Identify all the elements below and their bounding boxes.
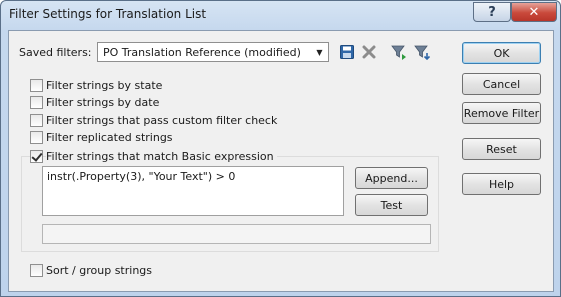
filter-basic-expression-label[interactable]: Filter strings that match Basic expressi… [46, 150, 277, 163]
remove-filter-button-label: Remove Filter [463, 106, 540, 120]
help-title-button[interactable]: ? [473, 2, 511, 22]
filter-apply-icon[interactable] [390, 43, 408, 61]
filter-import-icon[interactable] [413, 43, 431, 61]
ok-button-label: OK [493, 46, 510, 60]
reset-button-label: Reset [486, 142, 517, 156]
expression-text: instr(.Property(3), "Your Text") > 0 [47, 170, 236, 183]
dialog-window: Filter Settings for Translation List ? ✕… [0, 0, 561, 297]
window-title: Filter Settings for Translation List [9, 7, 207, 21]
sort-group-label[interactable]: Sort / group strings [46, 264, 152, 277]
filter-by-state-label[interactable]: Filter strings by state [46, 79, 162, 92]
filter-replicated-label[interactable]: Filter replicated strings [46, 131, 173, 144]
filter-custom-check-checkbox[interactable] [30, 114, 43, 127]
filter-replicated-checkbox[interactable] [30, 131, 43, 144]
save-icon[interactable] [338, 43, 356, 61]
sort-group-checkbox[interactable] [30, 264, 43, 277]
saved-filters-dropdown[interactable]: PO Translation Reference (modified) ▼ [97, 42, 329, 62]
test-button-label: Test [380, 198, 403, 212]
chevron-down-icon: ▼ [316, 47, 323, 57]
cancel-button[interactable]: Cancel [462, 73, 541, 95]
append-button-label: Append... [365, 171, 418, 185]
remove-filter-button[interactable]: Remove Filter [462, 102, 541, 124]
filter-by-date-checkbox[interactable] [30, 96, 43, 109]
filter-by-date-label[interactable]: Filter strings by date [46, 96, 159, 109]
question-mark-icon: ? [488, 4, 496, 20]
dialog-client-area: Saved filters: PO Translation Reference … [8, 30, 554, 292]
reset-button[interactable]: Reset [462, 138, 541, 160]
filter-basic-expression-checkbox[interactable] [30, 150, 43, 163]
cancel-button-label: Cancel [482, 77, 521, 91]
filter-by-state-checkbox[interactable] [30, 79, 43, 92]
append-button[interactable]: Append... [355, 167, 428, 189]
close-icon: ✕ [528, 4, 540, 20]
help-button[interactable]: Help [462, 173, 541, 195]
expression-result-field [42, 224, 431, 244]
ok-button[interactable]: OK [462, 42, 541, 64]
saved-filters-value: PO Translation Reference (modified) [103, 46, 301, 59]
delete-icon[interactable] [360, 43, 378, 61]
expression-textarea[interactable]: instr(.Property(3), "Your Text") > 0 [42, 166, 344, 216]
help-button-label: Help [488, 177, 515, 191]
filter-custom-check-label[interactable]: Filter strings that pass custom filter c… [46, 114, 277, 127]
close-button[interactable]: ✕ [511, 2, 557, 22]
test-button[interactable]: Test [355, 194, 428, 216]
saved-filters-label: Saved filters: [19, 46, 92, 59]
